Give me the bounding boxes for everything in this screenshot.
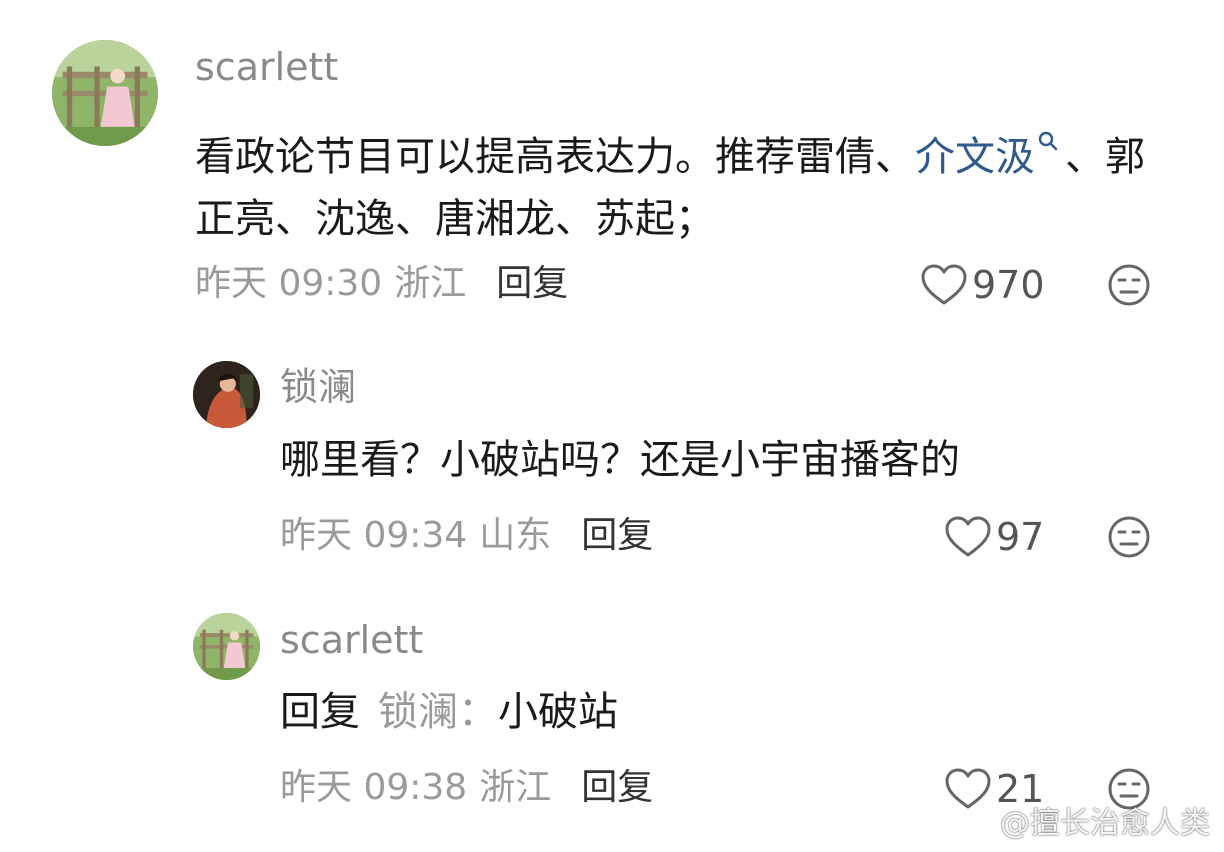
avatar[interactable] — [52, 40, 158, 146]
search-icon[interactable] — [1037, 131, 1059, 158]
like-button[interactable]: 97 — [944, 515, 1044, 559]
comment-time: 09:38 — [363, 767, 468, 808]
comment-username[interactable]: scarlett — [280, 621, 423, 659]
comment-location: 浙江 — [479, 767, 552, 808]
comment-location: 山东 — [479, 515, 552, 556]
reply-button[interactable]: 回复 — [581, 767, 653, 808]
comment-text: 小破站 — [498, 689, 618, 735]
neutral-face-icon[interactable] — [1107, 515, 1151, 559]
reply-prefix: 回复 — [280, 689, 360, 735]
comment-username[interactable]: scarlett — [195, 48, 338, 86]
avatar-image — [193, 361, 260, 428]
weibo-logo-icon — [958, 807, 993, 834]
reply-target[interactable]: 锁澜： — [378, 689, 498, 735]
watermark-text: @擅长治愈人类 — [1000, 806, 1210, 841]
comment-meta: 昨天 09:38 浙江 回复 — [280, 770, 653, 806]
like-count: 970 — [972, 263, 1045, 307]
comment-location: 浙江 — [394, 263, 467, 304]
like-button[interactable]: 970 — [920, 263, 1045, 307]
comment-text: 看政论节目可以提高表达力。推荐雷倩、 — [195, 134, 915, 180]
comment-content: 哪里看？小破站吗？还是小宇宙播客的 — [280, 437, 960, 483]
like-count: 97 — [996, 515, 1045, 559]
comment-date: 昨天 — [195, 263, 268, 304]
avatar[interactable] — [193, 613, 260, 680]
watermark: @擅长治愈人类 — [958, 798, 1210, 842]
comment-content: 回复 锁澜：小破站 — [280, 692, 618, 732]
avatar-image — [52, 40, 158, 146]
comment-time: 09:30 — [278, 263, 383, 304]
heart-outline-icon — [945, 516, 991, 557]
search-link[interactable]: 介文汲 — [915, 134, 1035, 180]
avatar-image — [193, 613, 260, 680]
comment-time: 09:34 — [363, 515, 468, 556]
neutral-face-icon[interactable] — [1107, 263, 1151, 307]
comment-content: 看政论节目可以提高表达力。推荐雷倩、介文汲 、郭正亮、沈逸、唐湘龙、苏起； — [195, 115, 1170, 250]
heart-outline-icon — [921, 264, 967, 305]
comment-meta: 昨天 09:30 浙江 回复 — [195, 266, 568, 302]
reply-button[interactable]: 回复 — [496, 263, 568, 304]
comment-date: 昨天 — [280, 515, 353, 556]
comment-username[interactable]: 锁澜 — [280, 368, 356, 406]
comment-meta: 昨天 09:34 山东 回复 — [280, 518, 653, 554]
reply-button[interactable]: 回复 — [581, 515, 653, 556]
avatar[interactable] — [193, 361, 260, 428]
comment-date: 昨天 — [280, 767, 353, 808]
